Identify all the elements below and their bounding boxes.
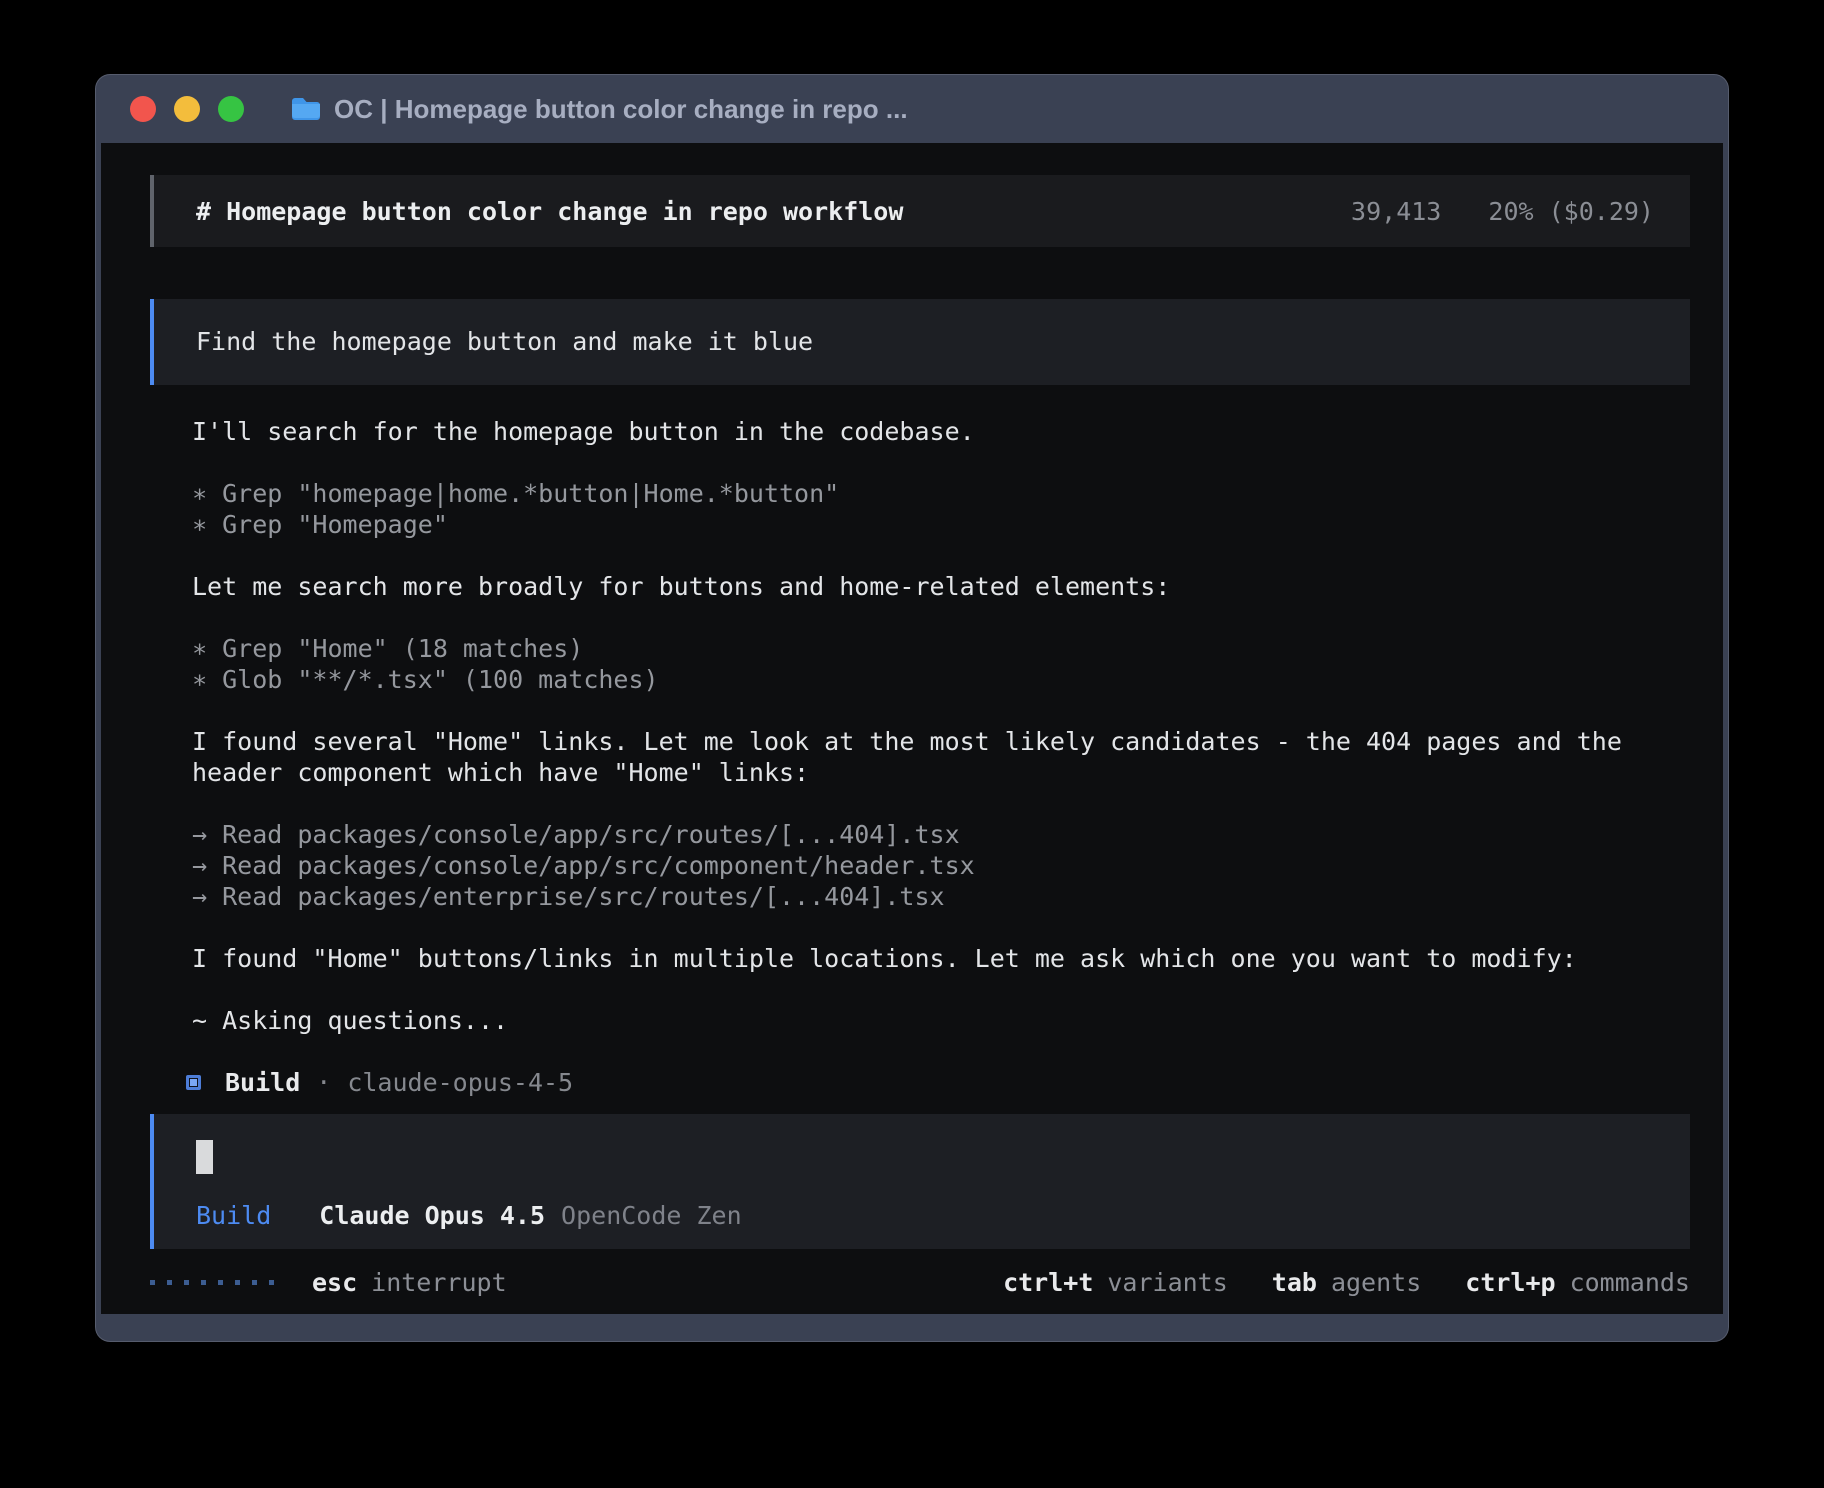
zoom-button[interactable] <box>218 96 244 122</box>
tool-call-group: → Read packages/console/app/src/routes/[… <box>192 819 1690 912</box>
assistant-text: I'll search for the homepage button in t… <box>192 416 1690 447</box>
terminal-window: OC | Homepage button color change in rep… <box>96 75 1728 1341</box>
shortcut-commands: ctrl+pcommands <box>1465 1267 1690 1298</box>
interrupt-label: interrupt <box>371 1267 506 1298</box>
tool-call-grep: ∗ Grep "Home" (18 matches) <box>192 633 1690 664</box>
tool-call-read: → Read packages/console/app/src/routes/[… <box>192 819 1690 850</box>
assistant-text: I found several "Home" links. Let me loo… <box>192 726 1690 788</box>
window-title: OC | Homepage button color change in rep… <box>334 94 908 125</box>
tool-call-group: ∗ Grep "Home" (18 matches) ∗ Glob "**/*.… <box>192 633 1690 695</box>
separator-dot: · <box>316 1067 331 1098</box>
working-spinner-dots <box>150 1280 274 1285</box>
tool-call-group: ∗ Grep "homepage|home.*button|Home.*butt… <box>192 478 1690 540</box>
input-meta: Build Claude Opus 4.5 OpenCode Zen <box>196 1200 1654 1231</box>
tool-call-read: → Read packages/enterprise/src/routes/[.… <box>192 881 1690 912</box>
folder-icon <box>290 96 322 122</box>
input-model: Claude Opus 4.5 <box>319 1200 545 1231</box>
tool-call-read: → Read packages/console/app/src/componen… <box>192 850 1690 881</box>
agent-status-row: Build · claude-opus-4-5 <box>186 1067 1690 1098</box>
session-title: # Homepage button color change in repo w… <box>196 196 903 227</box>
input-mode: Build <box>196 1200 271 1231</box>
tool-call-grep: ∗ Grep "homepage|home.*button|Home.*butt… <box>192 478 1690 509</box>
tool-call-glob: ∗ Glob "**/*.tsx" (100 matches) <box>192 664 1690 695</box>
window-titlebar[interactable]: OC | Homepage button color change in rep… <box>96 75 1728 143</box>
traffic-lights <box>130 96 244 122</box>
user-message: Find the homepage button and make it blu… <box>150 299 1690 385</box>
shortcut-variants: ctrl+tvariants <box>1003 1267 1228 1298</box>
user-message-text: Find the homepage button and make it blu… <box>196 327 813 356</box>
esc-key-hint: esc <box>312 1267 357 1298</box>
terminal-content: # Homepage button color change in repo w… <box>101 143 1723 1314</box>
asking-questions-status: ~ Asking questions... <box>192 1005 1690 1036</box>
prompt-input[interactable]: Build Claude Opus 4.5 OpenCode Zen <box>150 1114 1690 1249</box>
tool-call-grep: ∗ Grep "Homepage" <box>192 509 1690 540</box>
input-provider: OpenCode Zen <box>561 1200 742 1231</box>
assistant-text: I found "Home" buttons/links in multiple… <box>192 943 1690 974</box>
context-usage: 20% ($0.29) <box>1488 197 1654 226</box>
shortcut-agents: tabagents <box>1272 1267 1421 1298</box>
session-header: # Homepage button color change in repo w… <box>150 175 1690 247</box>
status-bar: esc interrupt ctrl+tvariants tabagents c… <box>150 1267 1690 1298</box>
model-name: claude-opus-4-5 <box>347 1067 573 1098</box>
close-button[interactable] <box>130 96 156 122</box>
assistant-text: Let me search more broadly for buttons a… <box>192 571 1690 602</box>
session-stats: 39,413 20% ($0.29) <box>1351 196 1654 227</box>
text-cursor <box>196 1140 213 1174</box>
agent-name: Build <box>225 1067 300 1098</box>
token-count: 39,413 <box>1351 197 1441 226</box>
minimize-button[interactable] <box>174 96 200 122</box>
build-agent-icon <box>186 1075 201 1090</box>
